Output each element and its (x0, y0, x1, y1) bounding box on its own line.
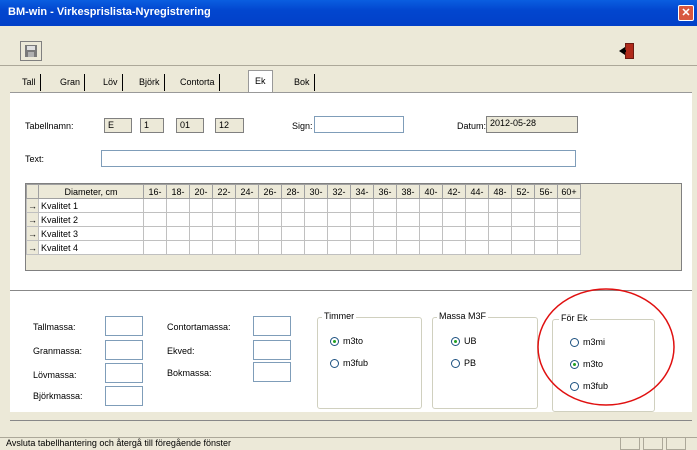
tab-divider (10, 92, 692, 93)
grid-col-header: 42- (442, 184, 466, 199)
close-icon[interactable]: ✕ (678, 5, 694, 21)
tab-lov[interactable]: Löv (99, 74, 123, 91)
row-arrow-icon: → (26, 240, 39, 255)
tallmassa-label: Tallmassa: (33, 322, 76, 332)
granmassa-label: Granmassa: (33, 346, 83, 356)
toolbar (0, 26, 697, 66)
row-label: Kvalitet 2 (38, 212, 144, 227)
tabellnamn-field-2: 1 (140, 118, 164, 133)
sign-label: Sign: (292, 121, 313, 131)
tab-gran[interactable]: Gran (56, 74, 86, 91)
timmer-m3fub-radio[interactable]: m3fub (330, 358, 368, 369)
bokmassa-input[interactable] (253, 362, 291, 382)
radio-selected-icon (330, 337, 339, 347)
timmer-group-title: Timmer (322, 311, 357, 321)
grid-col-header: 34- (350, 184, 374, 199)
grid-col-header: 26- (258, 184, 282, 199)
price-grid: Diameter, cm 16- 18- 20- 22- 24- 26- 28-… (25, 183, 682, 271)
table-row: → Kvalitet 2 (26, 212, 581, 227)
grid-col-header: 28- (281, 184, 305, 199)
grid-col-header: 36- (373, 184, 397, 199)
tab-ek[interactable]: Ek (248, 70, 273, 92)
status-panel (643, 437, 663, 450)
row-label: Kvalitet 4 (38, 240, 144, 255)
grid-col-header: 32- (327, 184, 351, 199)
lovmassa-input[interactable] (105, 363, 143, 383)
tabellnamn-field-1: E (104, 118, 132, 133)
exit-door-icon[interactable] (617, 41, 639, 61)
table-row: → Kvalitet 4 (26, 240, 581, 255)
tab-bok[interactable]: Bok (290, 74, 315, 91)
radio-icon (330, 359, 339, 369)
grid-col-header: 40- (419, 184, 443, 199)
tabellnamn-field-4: 12 (215, 118, 244, 133)
row-arrow-icon: → (26, 198, 39, 213)
status-panel (666, 437, 686, 450)
grid-col-header: 48- (488, 184, 512, 199)
massa-pb-radio[interactable]: PB (451, 358, 476, 369)
timmer-m3to-radio[interactable]: m3to (330, 336, 363, 347)
window-title: BM-win - Virkesprislista-Nyregistrering (0, 0, 697, 26)
tab-bjork[interactable]: Björk (135, 74, 165, 91)
lovmassa-label: Lövmassa: (33, 370, 77, 380)
grid-col-header: 38- (396, 184, 420, 199)
grid-col-header: 52- (511, 184, 535, 199)
radio-selected-icon (451, 337, 460, 347)
grid-col-header: 16- (143, 184, 167, 199)
massa-m3f-group-title: Massa M3F (437, 311, 489, 321)
massa-m3f-group (432, 317, 538, 409)
datum-label: Datum: (457, 121, 487, 131)
table-row: → Kvalitet 3 (26, 226, 581, 241)
massa-ub-radio[interactable]: UB (451, 336, 477, 347)
row-arrow-icon: → (26, 226, 39, 241)
datum-field: 2012-05-28 (486, 116, 578, 133)
ekved-input[interactable] (253, 340, 291, 360)
tab-tall[interactable]: Tall (18, 74, 41, 91)
row-arrow-icon: → (26, 212, 39, 227)
bokmassa-label: Bokmassa: (167, 368, 212, 378)
grid-col-header: 20- (189, 184, 213, 199)
grid-col-header: 56- (534, 184, 558, 199)
grid-col-header: 30- (304, 184, 328, 199)
tabellnamn-label: Tabellnamn: (25, 121, 74, 131)
status-bar: Avsluta tabellhantering och återgå till … (0, 437, 697, 450)
grid-col-header: 24- (235, 184, 259, 199)
grid-header-label: Diameter, cm (38, 184, 144, 199)
sign-input[interactable] (314, 116, 404, 133)
contortamassa-label: Contortamassa: (167, 322, 231, 332)
row-label: Kvalitet 1 (38, 198, 144, 213)
bjorkmassa-input[interactable] (105, 386, 143, 406)
radio-icon (451, 359, 460, 369)
grid-col-header: 44- (465, 184, 489, 199)
bottom-divider (10, 420, 692, 421)
bjorkmassa-label: Björkmassa: (33, 391, 83, 401)
status-panel (620, 437, 640, 450)
save-icon[interactable] (20, 41, 42, 61)
tab-contorta[interactable]: Contorta (176, 74, 220, 91)
grid-col-header: 60+ (557, 184, 581, 199)
grid-col-header: 18- (166, 184, 190, 199)
row-label: Kvalitet 3 (38, 226, 144, 241)
table-row: → Kvalitet 1 (26, 198, 581, 213)
highlight-circle (537, 288, 675, 406)
text-label: Text: (25, 154, 45, 164)
ekved-label: Ekved: (167, 346, 195, 356)
contortamassa-input[interactable] (253, 316, 291, 336)
text-input[interactable] (101, 150, 576, 167)
tallmassa-input[interactable] (105, 316, 143, 336)
granmassa-input[interactable] (105, 340, 143, 360)
grid-col-header: 22- (212, 184, 236, 199)
tabellnamn-field-3: 01 (176, 118, 204, 133)
